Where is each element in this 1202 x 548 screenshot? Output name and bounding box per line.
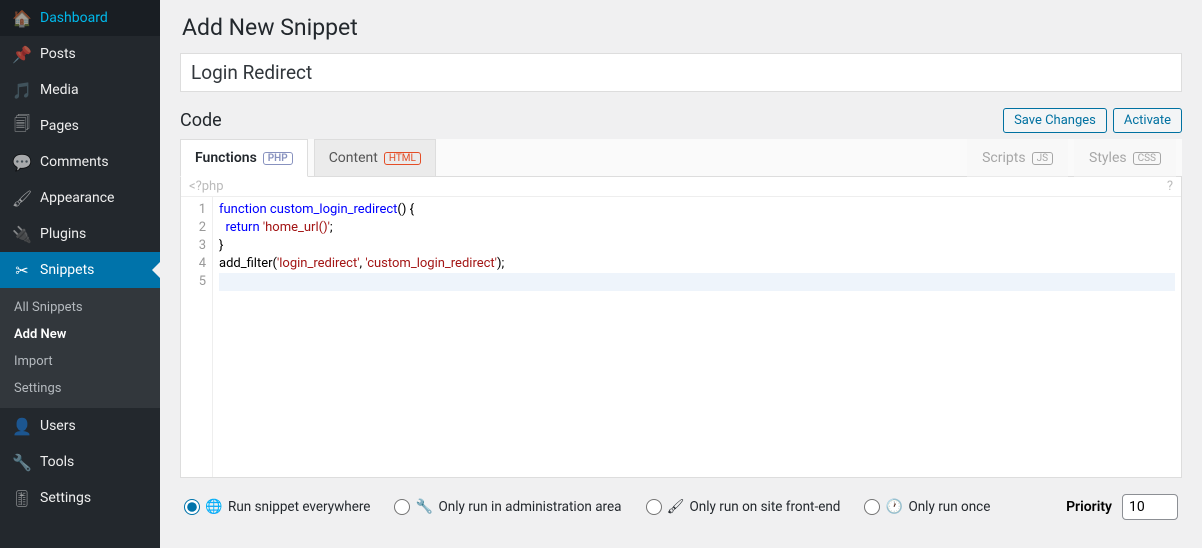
sidebar-item-media[interactable]: 🎵 Media <box>0 72 160 108</box>
sidebar-item-label: Pages <box>40 118 79 134</box>
tab-label: Functions <box>195 150 257 166</box>
sliders-icon: 🎚 <box>12 488 32 508</box>
submenu-import[interactable]: Import <box>0 348 160 375</box>
tab-label: Styles <box>1089 150 1127 166</box>
php-open-tag-hint: <?php? <box>181 177 1181 197</box>
sidebar-item-label: Users <box>40 418 76 434</box>
sidebar-item-label: Tools <box>40 454 74 470</box>
gauge-icon: 🏠 <box>12 8 32 28</box>
wrench-icon: 🔧 <box>416 499 432 515</box>
code-body[interactable]: function custom_login_redirect() { retur… <box>213 197 1181 477</box>
tab-scripts[interactable]: Scripts JS <box>967 139 1068 177</box>
editor-tabs: Functions PHP Content HTML Scripts JS St… <box>180 139 1182 177</box>
pin-icon: 📌 <box>12 44 32 64</box>
scope-everywhere[interactable]: 🌐 Run snippet everywhere <box>184 499 370 515</box>
sidebar-item-label: Appearance <box>40 190 114 206</box>
sidebar-item-comments[interactable]: 💬 Comments <box>0 144 160 180</box>
page-title: Add New Snippet <box>180 0 1182 53</box>
sidebar-item-label: Dashboard <box>40 10 108 26</box>
tab-functions[interactable]: Functions PHP <box>180 139 308 177</box>
radio-label: Run snippet everywhere <box>228 499 370 515</box>
plug-icon: 🔌 <box>12 224 32 244</box>
save-button[interactable]: Save Changes <box>1003 108 1107 133</box>
sidebar-item-label: Posts <box>40 46 76 62</box>
sidebar-item-posts[interactable]: 📌 Posts <box>0 36 160 72</box>
admin-sidebar: 🏠 Dashboard 📌 Posts 🎵 Media 🗐 Pages 💬 Comment… <box>0 0 160 548</box>
help-icon[interactable]: ? <box>1167 179 1173 194</box>
globe-icon: 🌐 <box>206 499 222 515</box>
scope-front[interactable]: 🖌 Only run on site front-end <box>646 499 841 515</box>
scope-admin[interactable]: 🔧 Only run in administration area <box>394 499 621 515</box>
brush-icon: 🖌 <box>12 188 32 208</box>
clock-icon: 🕐 <box>886 499 902 515</box>
sidebar-item-plugins[interactable]: 🔌 Plugins <box>0 216 160 252</box>
wrench-icon: 🔧 <box>12 452 32 472</box>
scope-everywhere-radio[interactable] <box>184 499 200 515</box>
scope-front-radio[interactable] <box>646 499 662 515</box>
media-icon: 🎵 <box>12 80 32 100</box>
html-chip-icon: HTML <box>384 152 421 165</box>
sidebar-item-pages[interactable]: 🗐 Pages <box>0 108 160 144</box>
activate-button[interactable]: Activate <box>1113 108 1182 133</box>
line-gutter: 12345 <box>181 197 213 477</box>
user-icon: 👤 <box>12 416 32 436</box>
action-buttons: Save Changes Activate <box>1003 108 1182 133</box>
priority-input[interactable] <box>1122 494 1178 520</box>
sidebar-item-users[interactable]: 👤 Users <box>0 408 160 444</box>
code-editor[interactable]: <?php? 12345 function custom_login_redir… <box>180 177 1182 478</box>
php-chip-icon: PHP <box>263 152 293 165</box>
sidebar-item-snippets[interactable]: ✂ Snippets <box>0 252 160 288</box>
main-content: Add New Snippet Code Save Changes Activa… <box>160 0 1202 548</box>
tab-label: Content <box>329 150 378 166</box>
js-chip-icon: JS <box>1032 152 1053 165</box>
code-heading: Code <box>180 110 222 131</box>
sidebar-item-label: Comments <box>40 154 109 170</box>
comment-icon: 💬 <box>12 152 32 172</box>
sidebar-item-label: Plugins <box>40 226 86 242</box>
submenu-settings[interactable]: Settings <box>0 375 160 402</box>
scope-once[interactable]: 🕐 Only run once <box>864 499 990 515</box>
sidebar-item-label: Settings <box>40 490 91 506</box>
snippet-footer: 🌐 Run snippet everywhere 🔧 Only run in adm… <box>180 478 1182 520</box>
radio-label: Only run on site front-end <box>690 499 841 515</box>
pages-icon: 🗐 <box>12 116 32 136</box>
scope-once-radio[interactable] <box>864 499 880 515</box>
sidebar-item-settings[interactable]: 🎚 Settings <box>0 480 160 516</box>
scope-radio-group: 🌐 Run snippet everywhere 🔧 Only run in adm… <box>184 499 990 515</box>
submenu-all-snippets[interactable]: All Snippets <box>0 294 160 321</box>
tab-label: Scripts <box>982 150 1025 166</box>
sidebar-item-dashboard[interactable]: 🏠 Dashboard <box>0 0 160 36</box>
sidebar-submenu: All Snippets Add New Import Settings <box>0 288 160 408</box>
paint-icon: 🖌 <box>668 499 684 515</box>
tab-content[interactable]: Content HTML <box>314 139 436 177</box>
radio-label: Only run in administration area <box>438 499 621 515</box>
priority-label: Priority <box>1066 499 1112 515</box>
css-chip-icon: CSS <box>1133 152 1161 165</box>
sidebar-item-label: Snippets <box>40 262 94 278</box>
submenu-add-new[interactable]: Add New <box>0 321 160 348</box>
snippet-title-input[interactable] <box>180 53 1182 92</box>
priority-field: Priority <box>1066 494 1178 520</box>
sidebar-item-appearance[interactable]: 🖌 Appearance <box>0 180 160 216</box>
scope-admin-radio[interactable] <box>394 499 410 515</box>
tab-styles[interactable]: Styles CSS <box>1074 139 1176 177</box>
scissors-icon: ✂ <box>12 260 32 280</box>
sidebar-item-label: Media <box>40 82 79 98</box>
sidebar-item-tools[interactable]: 🔧 Tools <box>0 444 160 480</box>
radio-label: Only run once <box>908 499 990 515</box>
